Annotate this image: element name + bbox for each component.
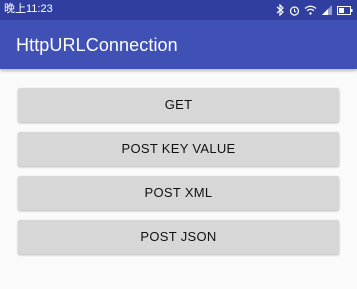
battery-icon — [337, 5, 353, 15]
post-json-button[interactable]: POST JSON — [18, 220, 339, 254]
bluetooth-icon — [276, 4, 285, 16]
app-bar: HttpURLConnection — [0, 20, 357, 69]
post-key-value-button[interactable]: POST KEY VALUE — [18, 132, 339, 166]
status-bar: 晚上11:23 — [0, 0, 357, 20]
status-time: 晚上11:23 — [4, 3, 53, 15]
signal-icon — [321, 5, 333, 15]
alarm-icon — [289, 5, 300, 16]
post-xml-button[interactable]: POST XML — [18, 176, 339, 210]
get-button[interactable]: GET — [18, 88, 339, 122]
app-title: HttpURLConnection — [16, 35, 178, 55]
wifi-icon — [304, 5, 317, 15]
status-icons — [276, 2, 353, 18]
